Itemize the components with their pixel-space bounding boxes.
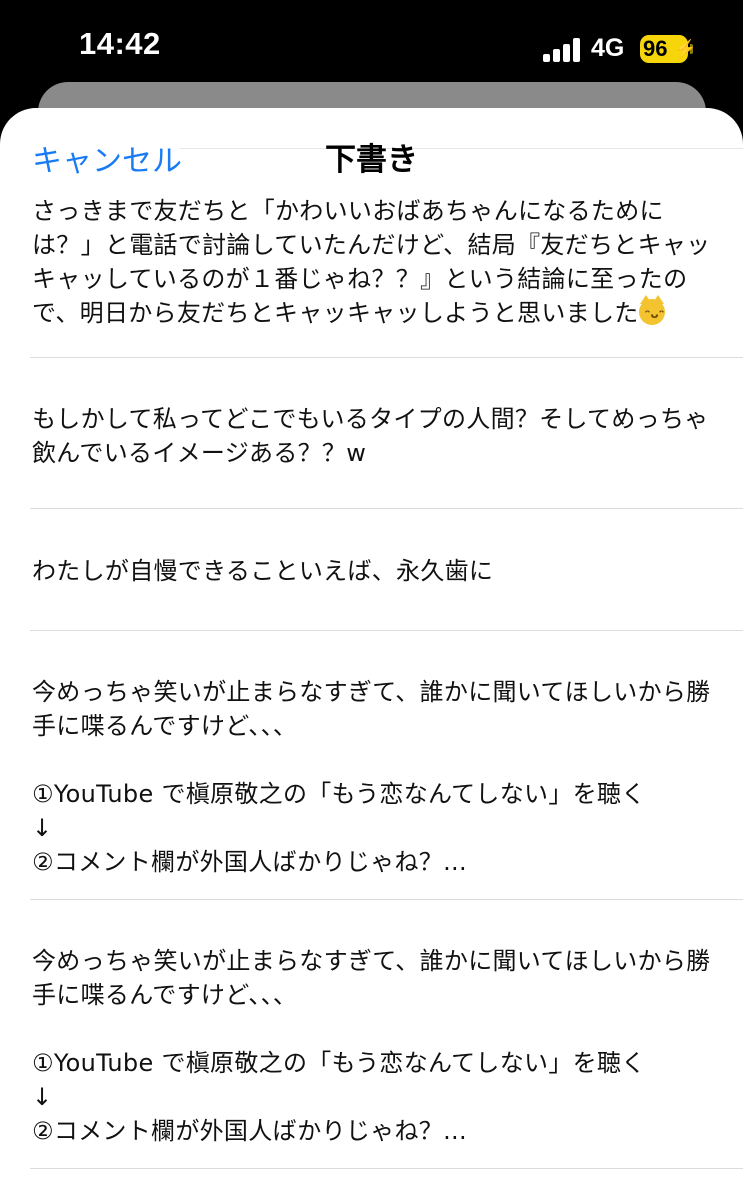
signal-icon: [543, 38, 581, 62]
grinning-cat-icon: ᵔᴗᵔ: [638, 295, 665, 325]
nav-bar: キャンセル 下書き: [0, 108, 743, 198]
charging-bolt-icon: ⚡: [674, 39, 697, 59]
draft-item[interactable]: 今めっちゃ笑いが止まらなすぎて、誰かに聞いてほしいから勝手に喋るんですけど、、、…: [0, 900, 743, 1168]
draft-text: 今めっちゃ笑いが止まらなすぎて、誰かに聞いてほしいから勝手に喋るんですけど、、、…: [32, 678, 711, 876]
battery-level: 96: [643, 36, 668, 61]
drafts-sheet: キャンセル 下書き さっきまで友だちと「かわいいおばあちゃんになるためには？」と…: [0, 108, 743, 1200]
draft-text: 今めっちゃ笑いが止まらなすぎて、誰かに聞いてほしいから勝手に喋るんですけど、、、…: [32, 947, 711, 1145]
battery-icon: 96 ⚡: [640, 35, 696, 63]
draft-text: もしかして私ってどこでもいるタイプの人間？そしてめっちゃ飲んでいるイメージある？…: [32, 405, 709, 467]
drafts-list: さっきまで友だちと「かわいいおばあちゃんになるためには？」と電話で討論していたん…: [0, 194, 743, 1169]
draft-item[interactable]: もしかして私ってどこでもいるタイプの人間？そしてめっちゃ飲んでいるイメージある？…: [0, 358, 743, 508]
screen: 14:42 4G 96 ⚡ キャンセル 下書き さっきまで友だちと「かわいいおばあ…: [0, 0, 743, 1200]
draft-item[interactable]: わたしが自慢できることいえば、永久歯に: [0, 509, 743, 630]
draft-item[interactable]: 今めっちゃ笑いが止まらなすぎて、誰かに聞いてほしいから勝手に喋るんですけど、、、…: [0, 631, 743, 899]
battery-nub: [690, 44, 693, 54]
status-time: 14:42: [79, 26, 161, 61]
page-title: 下書き: [325, 142, 418, 178]
draft-text: さっきまで友だちと「かわいいおばあちゃんになるためには？」と電話で討論していたん…: [32, 197, 711, 327]
draft-text: わたしが自慢できることいえば、永久歯に: [32, 557, 494, 585]
divider: [30, 1168, 743, 1169]
network-type: 4G: [591, 34, 625, 62]
draft-item[interactable]: さっきまで友だちと「かわいいおばあちゃんになるためには？」と電話で討論していたん…: [0, 194, 743, 357]
